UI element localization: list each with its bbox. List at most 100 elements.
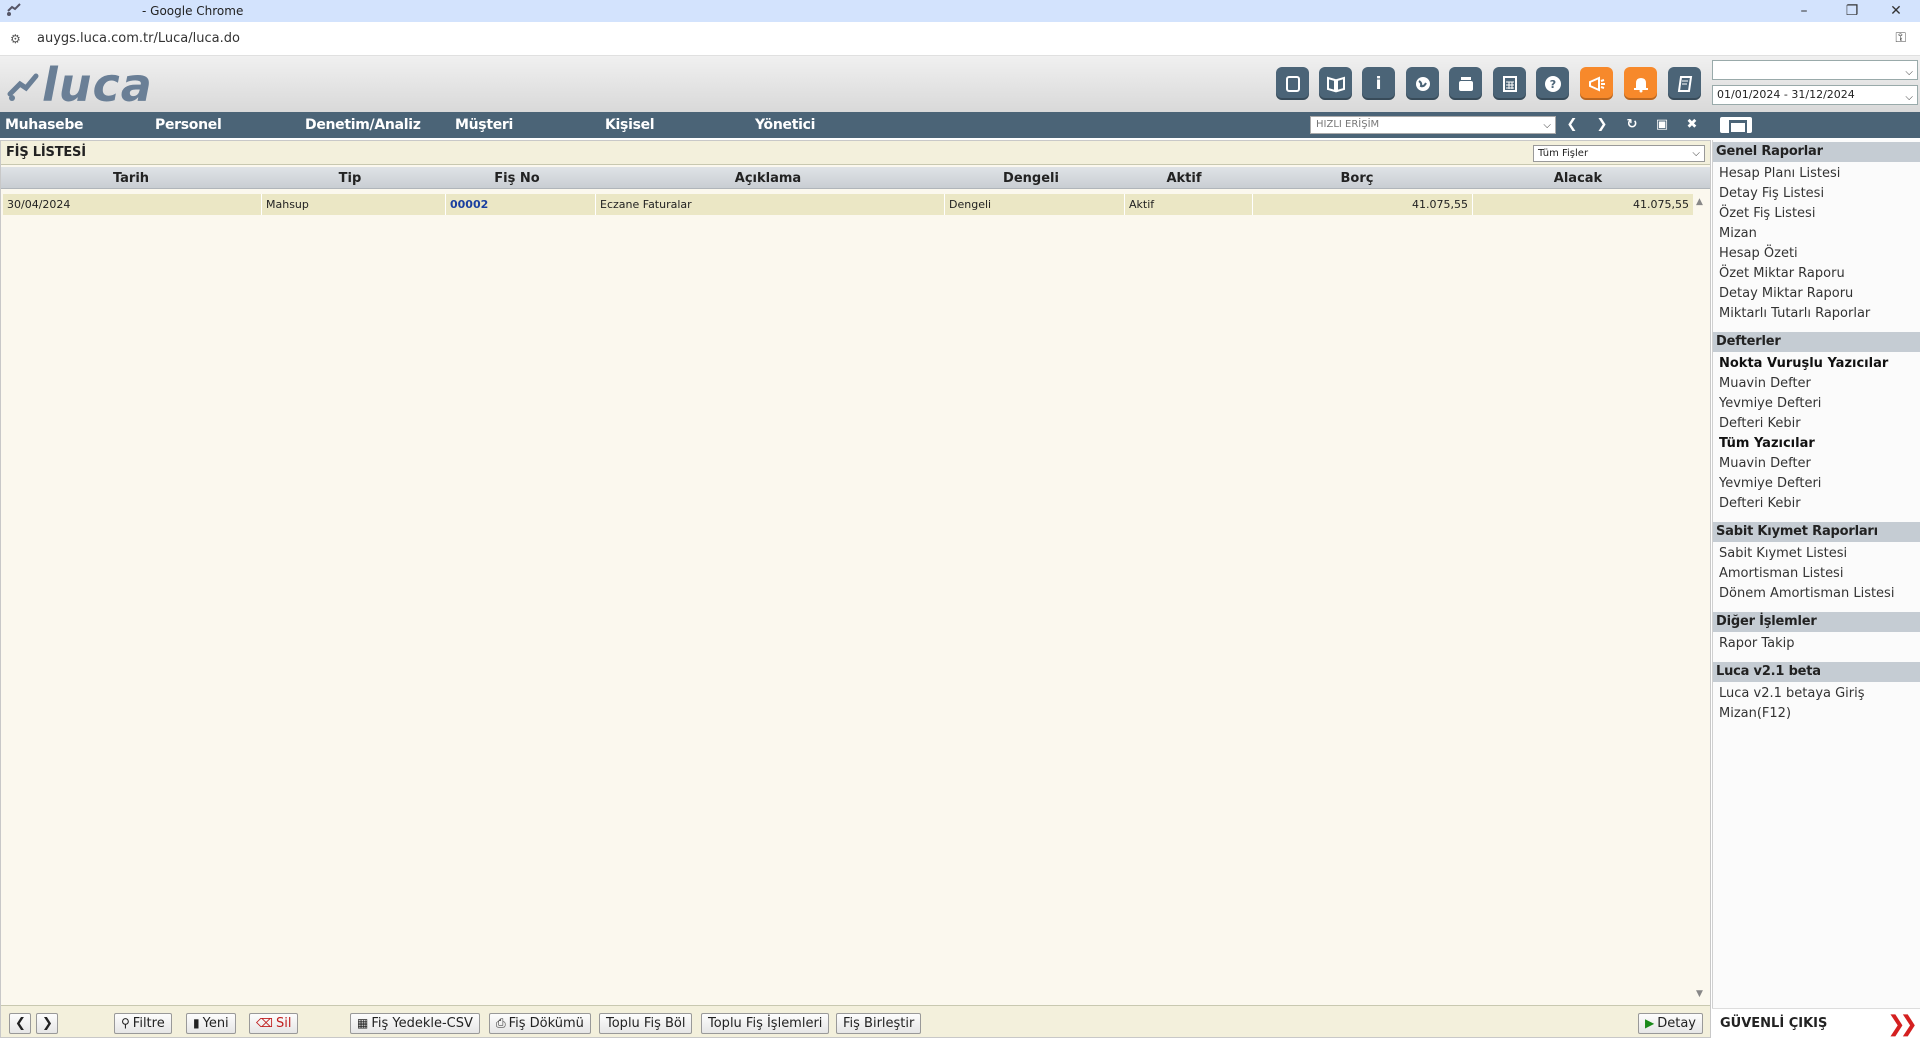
address-bar: ⚙ auygs.luca.com.tr/Luca/luca.do ⚿ xyxy=(0,22,1920,56)
sidebar-item-muavin-defter[interactable]: Muavin Defter xyxy=(1719,375,1811,393)
close-tab-icon[interactable]: ✖ xyxy=(1683,116,1701,134)
book-icon[interactable] xyxy=(1319,67,1352,100)
site-settings-icon[interactable]: ⚙ xyxy=(10,32,24,46)
nav-item-kisisel[interactable]: Kişisel xyxy=(605,117,655,133)
youtube-icon[interactable] xyxy=(1449,67,1482,100)
col-alacak[interactable]: Alacak xyxy=(1467,171,1689,186)
notebook-icon[interactable] xyxy=(1668,67,1701,100)
nav-item-denetim-analiz[interactable]: Denetim/Analiz xyxy=(305,117,421,133)
bottom-toolbar: ❮ ❯ ⚲ Filtre ▮ Yeni ⌫ Sil ▦ Fiş Yedekle-CSV … xyxy=(1,1005,1710,1037)
sidebar-section-diger: Diğer İşlemler xyxy=(1713,612,1920,632)
maximize-icon[interactable]: ▣ xyxy=(1653,116,1671,134)
detail-button[interactable]: ▶ Detay xyxy=(1638,1013,1703,1034)
sidebar-item-detay-miktar[interactable]: Detay Miktar Raporu xyxy=(1719,285,1853,303)
col-borc[interactable]: Borç xyxy=(1247,171,1467,186)
table-header: Tarih Tip Fiş No Açıklama Dengeli Aktif … xyxy=(1,167,1710,189)
sidebar-item-amortisman-listesi[interactable]: Amortisman Listesi xyxy=(1719,565,1843,583)
next-page-button[interactable]: ❯ xyxy=(36,1013,58,1034)
sidebar-group-tum-yazicilar: Tüm Yazıcılar xyxy=(1719,436,1815,451)
bell-icon[interactable] xyxy=(1624,67,1657,100)
sidebar-item-sabit-kiymet-listesi[interactable]: Sabit Kıymet Listesi xyxy=(1719,545,1847,563)
sidebar-item-donem-amortisman[interactable]: Dönem Amortisman Listesi xyxy=(1719,585,1894,603)
col-tip[interactable]: Tip xyxy=(261,171,439,186)
fis-filter-select[interactable]: Tüm Fişler ⌵ xyxy=(1533,145,1705,162)
sidebar-item-ozet-fis[interactable]: Özet Fiş Listesi xyxy=(1719,205,1815,223)
forward-icon[interactable]: ❯ xyxy=(1593,116,1611,134)
scroll-down-icon[interactable]: ▼ xyxy=(1696,989,1703,999)
sidebar-item-hesap-ozeti[interactable]: Hesap Özeti xyxy=(1719,245,1798,263)
refresh-icon[interactable]: ↻ xyxy=(1623,116,1641,134)
col-fis-no[interactable]: Fiş No xyxy=(439,171,595,186)
sidebar-item-beta-giris[interactable]: Luca v2.1 betaya Giriş xyxy=(1719,685,1865,703)
sidebar-item-defteri-kebir[interactable]: Defteri Kebir xyxy=(1719,415,1801,433)
nav-item-muhasebe[interactable]: Muhasebe xyxy=(5,117,84,133)
file-icon: ▮ xyxy=(193,1016,200,1030)
sidebar-group-nokta-vuruslu: Nokta Vuruşlu Yazıcılar xyxy=(1719,356,1889,371)
prev-page-button[interactable]: ❮ xyxy=(9,1013,31,1034)
sidebar-section-defterler: Defterler xyxy=(1713,332,1920,352)
note-icon[interactable] xyxy=(1276,67,1309,100)
cell-aktif: Aktif xyxy=(1125,194,1253,215)
reports-sidebar: Genel Raporlar Hesap Planı Listesi Detay… xyxy=(1712,140,1920,1038)
bulk-split-button[interactable]: Toplu Fiş Böl xyxy=(599,1013,693,1034)
period-select[interactable]: 01/01/2024 - 31/12/2024 ⌵ xyxy=(1712,85,1918,105)
restore-icon[interactable]: ❐ xyxy=(1832,1,1872,21)
globe-icon[interactable] xyxy=(1406,67,1439,100)
sidebar-item-muavin-defter-all[interactable]: Muavin Defter xyxy=(1719,455,1811,473)
logout-label: GÜVENLİ ÇIKIŞ xyxy=(1720,1016,1828,1031)
chevron-down-icon: ⌵ xyxy=(1905,67,1913,78)
browser-title-bar: - Google Chrome – ❐ ✕ xyxy=(0,0,1920,22)
sidebar-item-mizan-f12[interactable]: Mizan(F12) xyxy=(1719,705,1791,723)
quick-access-select[interactable]: HIZLI ERİŞİM ⌵ xyxy=(1310,116,1556,134)
print-icon: ⎙ xyxy=(496,1016,506,1030)
sidebar-item-yevmiye-defteri[interactable]: Yevmiye Defteri xyxy=(1719,395,1821,413)
info-icon[interactable]: i xyxy=(1362,67,1395,100)
backup-csv-button[interactable]: ▦ Fiş Yedekle-CSV xyxy=(350,1013,480,1034)
password-key-icon[interactable]: ⚿ xyxy=(1895,30,1906,46)
cell-alacak: 41.075,55 xyxy=(1633,198,1689,211)
fis-dump-button[interactable]: ⎙ Fiş Dökümü xyxy=(489,1013,591,1034)
chevron-right-icon: ❯ xyxy=(42,1016,53,1031)
back-icon[interactable]: ❮ xyxy=(1563,116,1581,134)
period-value: 01/01/2024 - 31/12/2024 xyxy=(1717,88,1855,101)
new-button[interactable]: ▮ Yeni xyxy=(186,1013,236,1034)
sidebar-item-defteri-kebir-all[interactable]: Defteri Kebir xyxy=(1719,495,1801,513)
company-select[interactable]: ⌵ xyxy=(1712,60,1918,80)
sidebar-item-rapor-takip[interactable]: Rapor Takip xyxy=(1719,635,1795,653)
merge-button[interactable]: Fiş Birleştir xyxy=(836,1013,922,1034)
table-row[interactable]: 30/04/2024 Mahsup 00002 Eczane Faturalar… xyxy=(3,194,1693,215)
minimize-icon[interactable]: – xyxy=(1784,1,1824,21)
filter-button[interactable]: ⚲ Filtre xyxy=(114,1013,172,1034)
help-icon[interactable]: ? xyxy=(1536,67,1569,100)
scroll-up-icon[interactable]: ▲ xyxy=(1696,197,1703,207)
megaphone-icon[interactable] xyxy=(1580,67,1613,100)
nav-item-yonetici[interactable]: Yönetici xyxy=(755,117,815,133)
toggle-panel-icon[interactable] xyxy=(1720,117,1752,134)
sidebar-item-yevmiye-defteri-all[interactable]: Yevmiye Defteri xyxy=(1719,475,1821,493)
col-aciklama[interactable]: Açıklama xyxy=(595,171,941,186)
url-field[interactable]: auygs.luca.com.tr/Luca/luca.do xyxy=(37,31,240,46)
logo-mark-icon xyxy=(7,73,39,101)
delete-button[interactable]: ⌫ Sil xyxy=(249,1013,299,1034)
sidebar-item-mizan[interactable]: Mizan xyxy=(1719,225,1757,243)
fis-list-panel: FİŞ LİSTESİ Tüm Fişler ⌵ Tarih Tip Fiş N… xyxy=(0,140,1711,1038)
logout-button[interactable]: GÜVENLİ ÇIKIŞ ❯❯ xyxy=(1712,1008,1920,1038)
nav-item-personel[interactable]: Personel xyxy=(155,117,222,133)
double-chevron-right-icon: ❯❯ xyxy=(1887,1012,1918,1037)
sidebar-item-ozet-miktar[interactable]: Özet Miktar Raporu xyxy=(1719,265,1845,283)
calculator-icon[interactable] xyxy=(1493,67,1526,100)
panel-title: FİŞ LİSTESİ xyxy=(6,145,86,160)
cell-dengeli: Dengeli xyxy=(945,194,1125,215)
bulk-operations-button[interactable]: Toplu Fiş İşlemleri xyxy=(701,1013,830,1034)
col-dengeli[interactable]: Dengeli xyxy=(941,171,1121,186)
nav-item-musteri[interactable]: Müşteri xyxy=(455,117,513,133)
close-window-icon[interactable]: ✕ xyxy=(1876,1,1916,21)
sidebar-item-detay-fis[interactable]: Detay Fiş Listesi xyxy=(1719,185,1824,203)
col-tarih[interactable]: Tarih xyxy=(1,171,261,186)
col-aktif[interactable]: Aktif xyxy=(1121,171,1247,186)
sidebar-section-sabit-kiymet: Sabit Kıymet Raporları xyxy=(1713,522,1920,542)
cell-fis-no[interactable]: 00002 xyxy=(446,194,596,215)
cell-aciklama: Eczane Faturalar xyxy=(596,194,945,215)
sidebar-item-hesap-plani[interactable]: Hesap Planı Listesi xyxy=(1719,165,1840,183)
sidebar-item-miktarli-tutarli[interactable]: Miktarlı Tutarlı Raporlar xyxy=(1719,305,1870,323)
